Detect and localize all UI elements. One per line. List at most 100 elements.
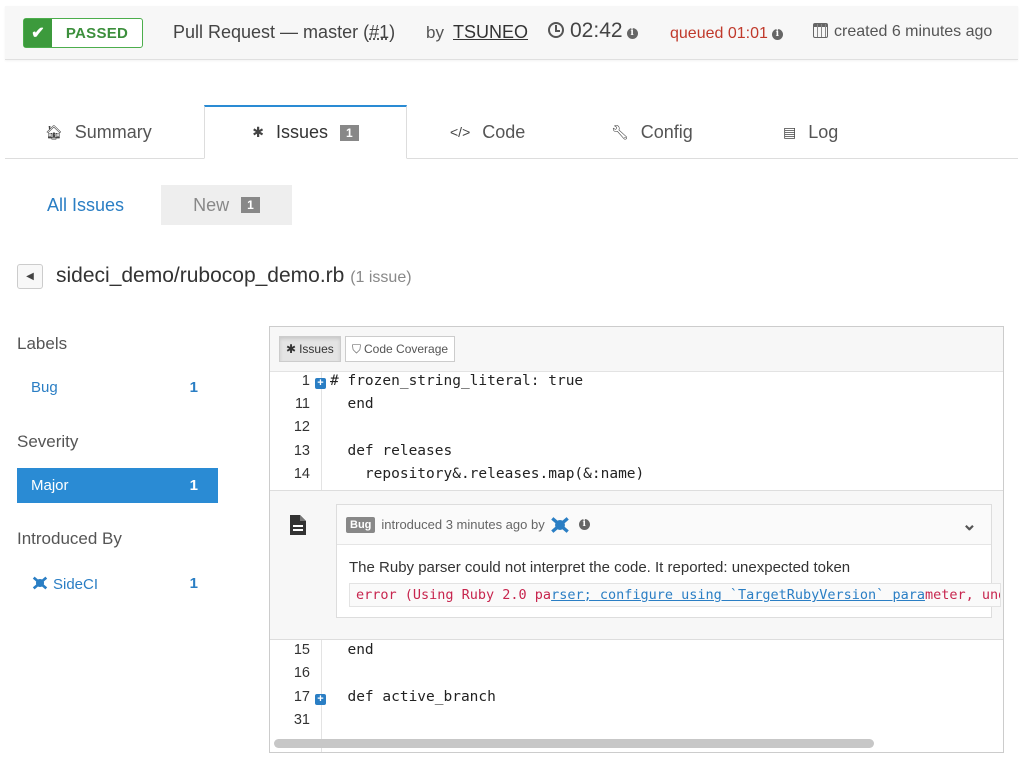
snippet-text: meter, under [924,587,1000,603]
line-number: 13 [293,443,310,459]
sidebar-item-count: 1 [189,379,198,396]
code-icon: </> [450,124,471,140]
file-icon: ▤ [783,123,797,140]
caret-left-icon: ◀ [26,271,34,282]
code-line: 12 [270,419,1003,442]
home-icon: 🏠︎ [45,123,63,140]
tab-issues-view[interactable]: ✱ Issues [279,336,341,362]
clock-icon [548,22,564,38]
tab-config[interactable]: 🔧︎ Config [611,105,693,159]
tab-label: Issues [276,122,329,142]
line-number: 11 [294,396,310,412]
sideci-logo-icon [32,576,48,590]
introduced-heading: Introduced By [17,529,122,548]
queued-value: queued 01:01 [670,25,768,42]
tab-label: Summary [74,121,152,142]
code-text: # frozen_string_literal: true [330,373,584,389]
calendar-icon [813,23,828,38]
new-issues-button[interactable]: New 1 [161,185,292,225]
wrench-icon: 🔧︎ [611,123,629,140]
issue-card-header[interactable]: Bug introduced 3 minutes ago by i ⌄ [337,505,991,545]
title-close: ) [389,22,396,42]
issue-message: The Ruby parser could not interpret the … [349,559,851,576]
code-line: 1 + # frozen_string_literal: true [270,373,1003,396]
severity-heading: Severity [17,432,79,451]
user-link[interactable]: TSUNEO [453,22,528,43]
status-label: PASSED [65,24,129,42]
sidebar-item-major[interactable]: Major 1 [17,468,218,503]
sidebar-item-count: 1 [189,575,198,592]
build-header: ✔ PASSED Pull Request — master (#1) by T… [5,6,1018,60]
tab-label: Code Coverage [364,342,449,356]
new-label: New [193,194,230,215]
check-icon: ✔ [24,19,52,47]
bug-icon: ✱ [252,124,264,140]
info-icon[interactable]: i [771,29,783,40]
line-number: 15 [293,642,310,658]
duration: 02:42 i [548,19,638,43]
file-heading: sideci_demo/rubocop_demo.rb (1 issue) [56,264,412,288]
code-line: 16 [270,665,1003,688]
document-icon [290,515,306,535]
code-line: 11 end [270,396,1003,419]
sidebar-item-sideci[interactable]: SideCI 1 [17,566,218,601]
panel-tabs: ✱ Issues ⛉ Code Coverage [270,327,1003,372]
tab-label: Issues [299,342,334,356]
main-tabs: 🏠︎ Summary ✱ Issues 1 </> Code 🔧︎ Config ▤ Log [5,105,1018,159]
snippet-text: error (Using Ruby 2.0 pa [356,587,552,603]
collapse-button[interactable]: ◀ [17,264,43,289]
tab-code-coverage[interactable]: ⛉ Code Coverage [345,336,456,362]
tab-issues[interactable]: ✱ Issues 1 [204,105,407,159]
expand-icon[interactable]: + [315,694,326,705]
tab-code[interactable]: </> Code [450,105,525,159]
status-badge: ✔ PASSED [23,18,143,48]
info-icon[interactable]: i [626,28,638,39]
line-number: 31 [293,712,310,728]
queued-time: queued 01:01 i [670,25,783,43]
bug-icon: ✱ [286,342,297,356]
issue-row: Bug introduced 3 minutes ago by i ⌄ The … [270,490,1003,640]
code-text: end [330,396,374,412]
code-text: def releases [330,443,453,459]
code-panel: ✱ Issues ⛉ Code Coverage 1 + # frozen_stri… [269,326,1004,753]
sidebar-item-count: 1 [189,477,198,494]
issue-card: Bug introduced 3 minutes ago by i ⌄ The … [336,504,1001,618]
issue-code-snippet: error (Using Ruby 2.0 parser; configure … [349,583,1001,607]
code-line: 14 repository&.releases.map(&:name) [270,466,1003,489]
pr-number-link[interactable]: #1 [369,22,389,42]
sidebar-item-label: Major [31,477,69,494]
page-title: Pull Request — master (#1) [173,22,395,43]
line-number: 1 [301,373,310,389]
chevron-down-icon[interactable]: ⌄ [962,514,977,535]
tab-log[interactable]: ▤ Log [783,105,838,159]
line-number: 16 [293,665,310,681]
line-number: 17 [293,689,310,705]
line-number: 12 [293,419,310,435]
sidebar-item-bug[interactable]: Bug 1 [17,370,218,405]
expand-icon[interactable]: + [315,378,326,389]
code-line: 31 [270,712,1003,735]
created-time: created 6 minutes ago [813,23,992,41]
issue-introduced: introduced 3 minutes ago by [381,517,545,532]
sidebar-item-label: Bug [31,379,58,396]
info-icon[interactable]: i [578,519,590,530]
code-line: 17 + def active_branch [270,689,1003,712]
sidebar-item-label: SideCI [53,576,99,593]
snippet-link[interactable]: rser; configure using `TargetRubyVersion… [551,587,925,603]
sideci-logo-icon [550,516,569,533]
title-text: Pull Request — master ( [173,22,370,42]
new-count-badge: 1 [241,197,260,213]
issues-count-badge: 1 [340,124,359,141]
line-number: 14 [293,466,310,482]
labels-heading: Labels [17,334,68,353]
tab-label: Log [808,121,839,142]
by-label: by [426,23,444,42]
all-issues-link[interactable]: All Issues [47,195,124,216]
tab-summary[interactable]: 🏠︎ Summary [45,105,152,159]
file-issue-count: (1 issue) [350,269,412,286]
duration-value: 02:42 [570,19,623,42]
code-text: end [330,642,374,658]
shield-icon: ⛉ [352,341,362,356]
horizontal-scrollbar[interactable] [274,739,874,748]
code-line: 15 end [270,642,1003,665]
